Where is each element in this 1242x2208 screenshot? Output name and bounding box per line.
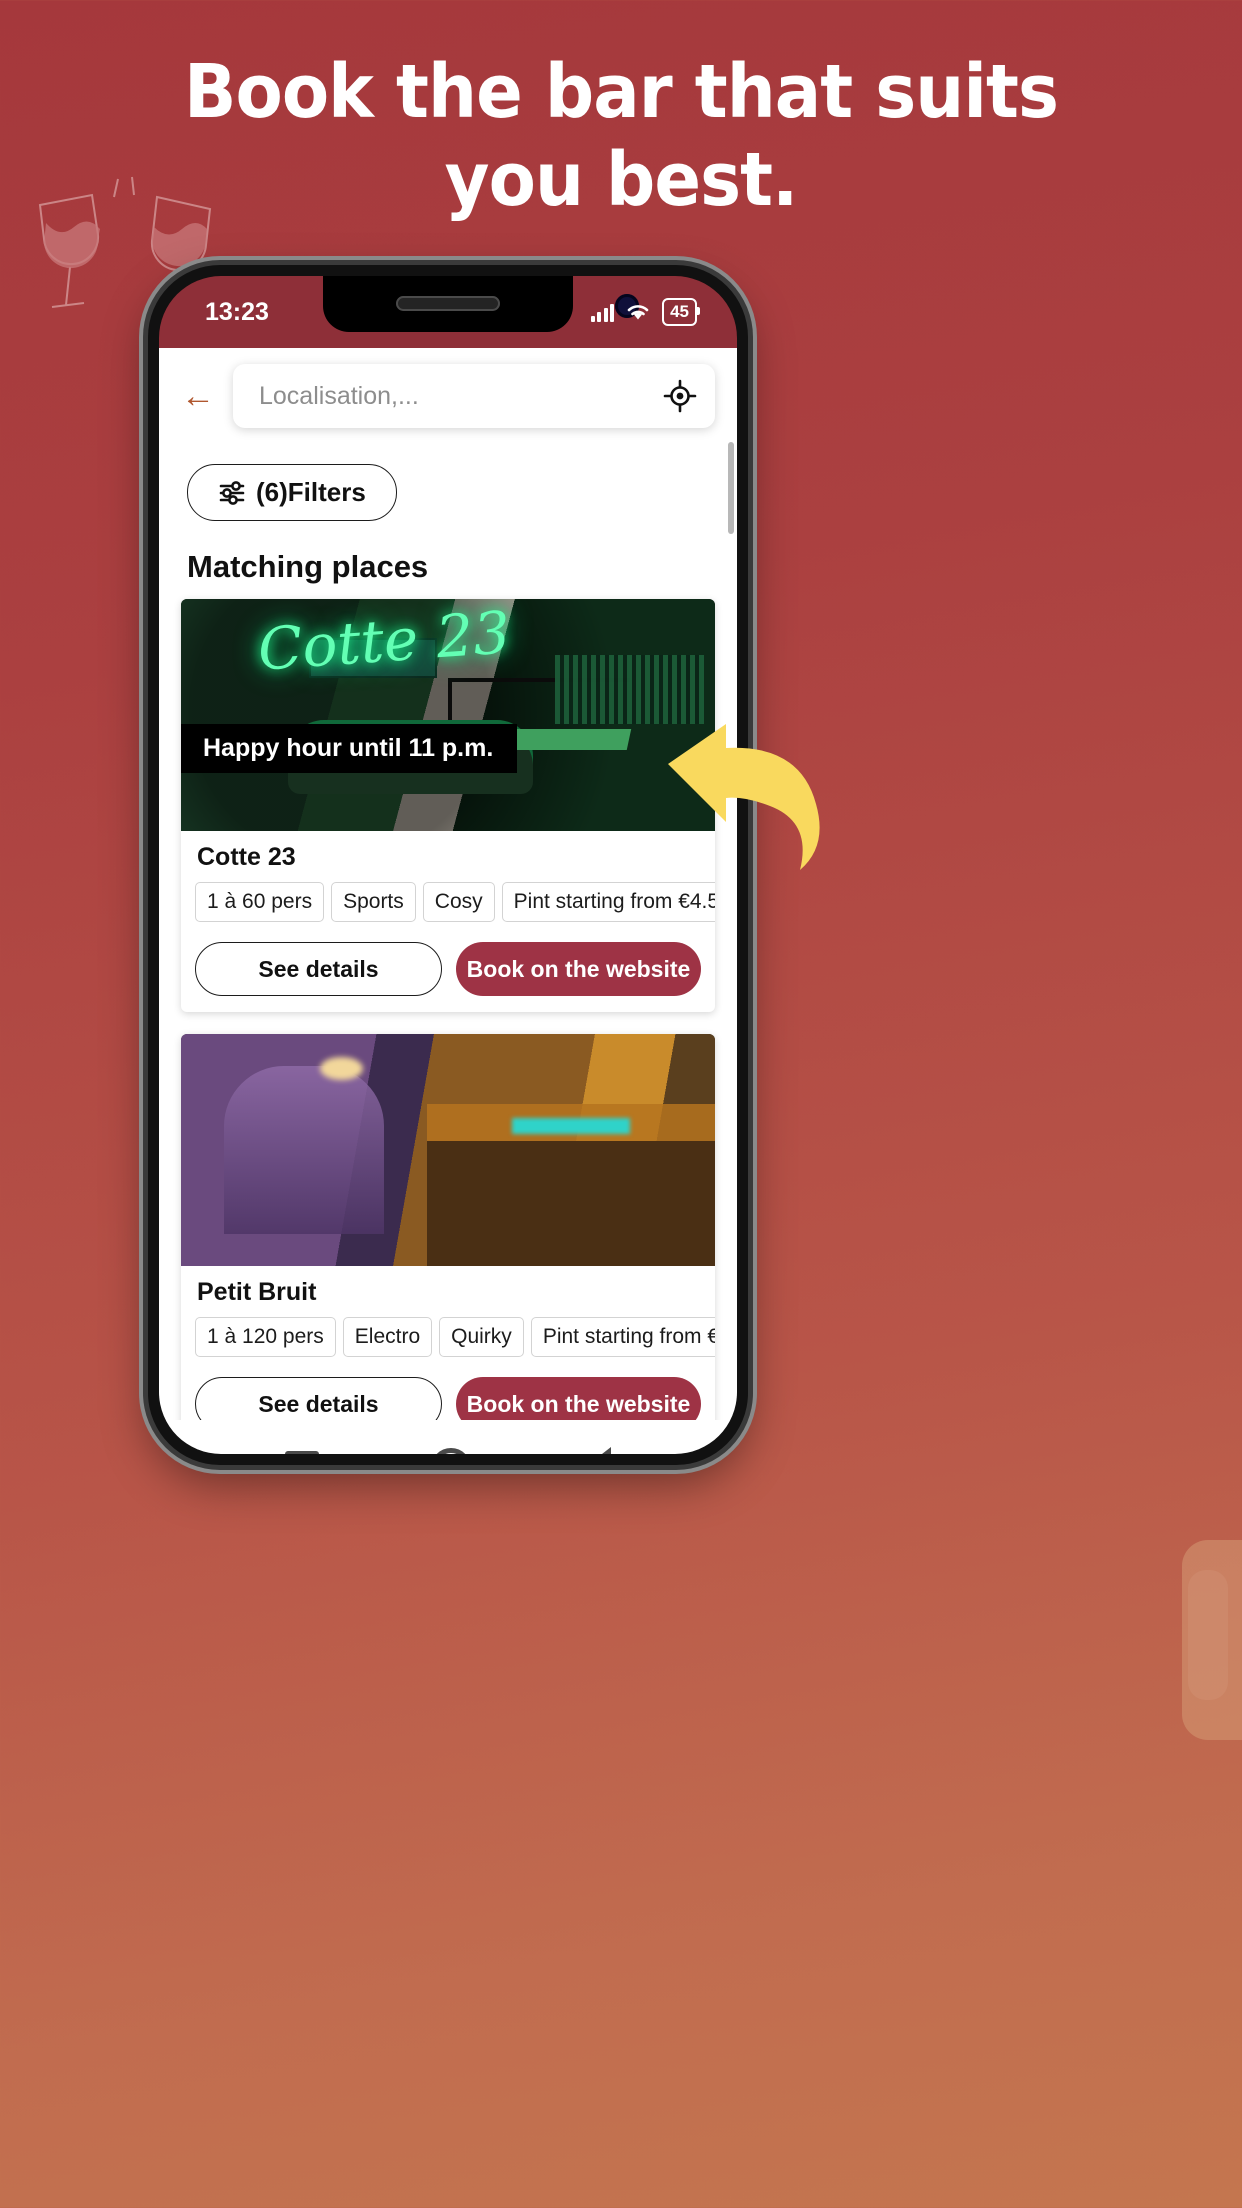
- speaker-icon: [396, 296, 500, 311]
- triangle-back-icon[interactable]: [583, 1447, 611, 1454]
- results-scroll-area[interactable]: (6)Filters Matching places Cotte 23 Happ…: [159, 442, 737, 1420]
- see-details-button[interactable]: See details: [195, 1377, 442, 1420]
- venue-photo: Cotte 23 Happy hour until 11 p.m.: [181, 599, 715, 831]
- battery-indicator: 45: [662, 298, 700, 326]
- venue-card[interactable]: Petit Bruit 1 à 120 pers Electro Quirky …: [181, 1034, 715, 1420]
- venue-photo: [181, 1034, 715, 1266]
- venue-name: Cotte 23: [197, 843, 296, 871]
- sliders-icon: [219, 480, 245, 505]
- status-time: 13:23: [205, 297, 269, 326]
- tag: 1 à 120 pers: [195, 1317, 336, 1357]
- filters-button[interactable]: (6)Filters: [187, 464, 397, 521]
- tag: Pint starting from €4.5: [501, 882, 715, 922]
- venue-tags: 1 à 120 pers Electro Quirky Pint startin…: [195, 1317, 715, 1357]
- book-website-button[interactable]: Book on the website: [456, 942, 701, 996]
- section-title: Matching places: [187, 549, 429, 584]
- search-placeholder: Localisation,...: [259, 381, 419, 410]
- tag: 1 à 60 pers: [195, 882, 325, 922]
- venue-name: Petit Bruit: [197, 1278, 317, 1306]
- app-screen: ← Localisation,... (6)Filters Matching p…: [159, 348, 737, 1422]
- home-circle-icon[interactable]: [431, 1448, 472, 1454]
- page-title: Book the bar that suits you best.: [43, 55, 1198, 217]
- see-details-button[interactable]: See details: [195, 942, 442, 996]
- filters-label: (6)Filters: [256, 477, 366, 507]
- yellow-pointer-arrow: [668, 724, 820, 870]
- search-row: ← Localisation,...: [159, 348, 737, 442]
- status-bar: 13:23 45: [159, 276, 737, 348]
- happy-hour-badge: Happy hour until 11 p.m.: [181, 724, 518, 773]
- tag: Cosy: [422, 882, 495, 922]
- phone-mockup: 13:23 45 ← Localisation,... (6)Filters M…: [148, 265, 748, 1465]
- headline-line-1: Book the bar that suits: [183, 49, 1059, 135]
- phone-notch: [323, 276, 639, 332]
- tag: Electro: [342, 1317, 433, 1357]
- signal-icon: [590, 302, 615, 322]
- tag: Quirky: [439, 1317, 524, 1357]
- recents-square-icon[interactable]: [285, 1451, 320, 1454]
- venue-tags: 1 à 60 pers Sports Cosy Pint starting fr…: [195, 882, 715, 922]
- tag: Pint starting from €4.5: [530, 1317, 715, 1357]
- gps-target-icon[interactable]: [663, 379, 697, 413]
- search-input[interactable]: Localisation,...: [233, 364, 715, 428]
- headline-line-2: you best.: [444, 137, 799, 223]
- bottle-decoration: [1182, 1540, 1242, 1740]
- venue-card[interactable]: Cotte 23 Happy hour until 11 p.m. Cotte …: [181, 599, 715, 1012]
- android-nav-bar: [159, 1422, 737, 1454]
- back-arrow-icon[interactable]: ←: [177, 379, 219, 413]
- wifi-icon: [627, 305, 649, 320]
- scrollbar[interactable]: [728, 442, 734, 534]
- book-website-button[interactable]: Book on the website: [456, 1377, 701, 1420]
- tag: Sports: [331, 882, 416, 922]
